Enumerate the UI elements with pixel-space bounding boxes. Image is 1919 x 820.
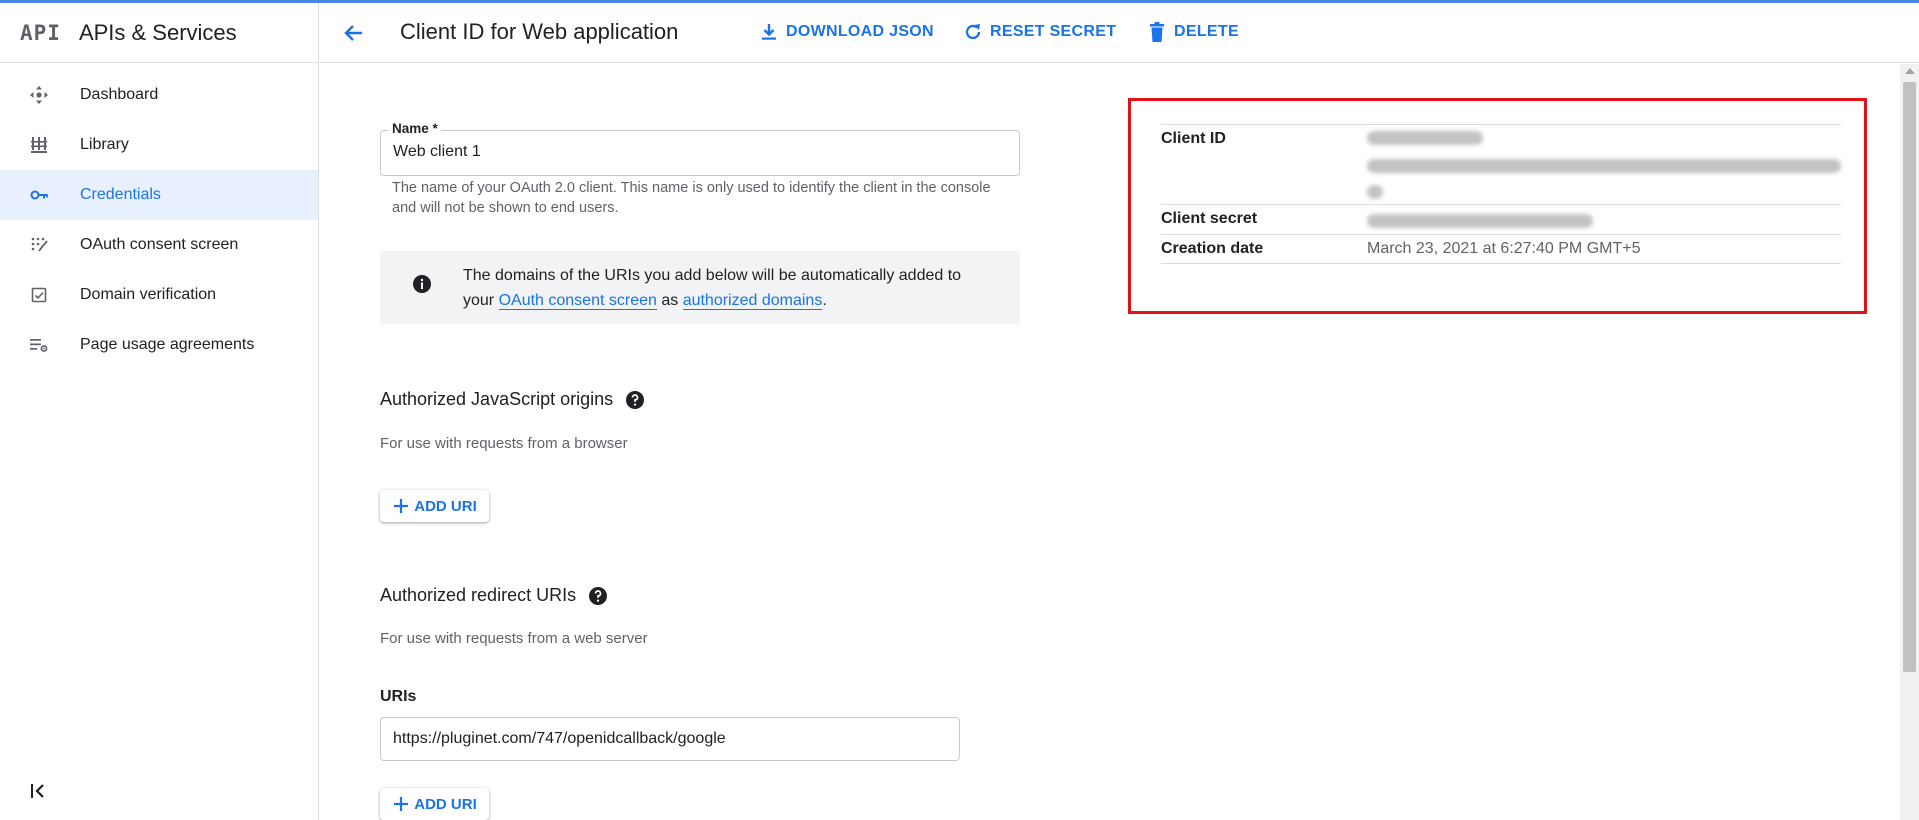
key-icon (0, 185, 80, 205)
vertical-scrollbar[interactable] (1900, 64, 1919, 820)
redacted-client-id (1367, 159, 1841, 173)
download-json-button[interactable]: DOWNLOAD JSON (758, 21, 934, 43)
name-field-hint: The name of your OAuth 2.0 client. This … (392, 180, 991, 216)
settings-list-icon (0, 335, 80, 355)
add-uri-label: ADD URI (414, 795, 477, 813)
help-icon[interactable] (588, 586, 608, 606)
sidebar-item-page-usage-agreements[interactable]: Page usage agreements (0, 320, 318, 370)
sidebar-item-label: Credentials (80, 186, 161, 203)
add-redirect-uri-button[interactable]: ADD URI (380, 788, 489, 820)
sidebar-item-label: Page usage agreements (80, 336, 255, 353)
redacted-client-id (1367, 185, 1383, 199)
uris-label: URIs (380, 688, 417, 705)
sidebar-item-domain-verification[interactable]: Domain verification (0, 270, 318, 320)
plus-icon (394, 499, 409, 513)
name-field-value[interactable]: Web client 1 (393, 143, 481, 161)
js-origins-title-text: Authorized JavaScript origins (380, 389, 614, 409)
js-origins-title: Authorized JavaScript origins (380, 389, 645, 410)
sidebar-item-dashboard[interactable]: Dashboard (0, 70, 318, 120)
sidebar-item-oauth-consent[interactable]: OAuth consent screen (0, 220, 318, 270)
oauth-consent-screen-link[interactable]: OAuth consent screen (498, 292, 657, 310)
page-title: Client ID for Web application (400, 19, 679, 44)
redirect-uris-title: Authorized redirect URIs (380, 585, 608, 606)
creation-date-label: Creation date (1161, 240, 1264, 257)
info-text-part: as (656, 292, 683, 309)
checkbox-icon (0, 285, 80, 305)
add-js-origin-button[interactable]: ADD URI (380, 490, 489, 522)
delete-label: DELETE (1174, 23, 1239, 40)
sidebar-item-label: Dashboard (80, 86, 159, 103)
info-text: The domains of the URIs you add below wi… (463, 263, 993, 313)
client-secret-label: Client secret (1161, 210, 1258, 227)
redirect-uri-input[interactable] (380, 717, 960, 761)
client-id-label: Client ID (1161, 130, 1226, 147)
redirect-uris-subtitle: For use with requests from a web server (380, 630, 648, 647)
refresh-icon (965, 24, 981, 40)
trash-icon (1150, 22, 1164, 42)
plus-icon (394, 797, 409, 811)
name-field[interactable]: Name * Web client 1 (380, 121, 1020, 176)
sidebar-item-label: Domain verification (80, 286, 217, 303)
scrollbar-thumb[interactable] (1903, 82, 1916, 672)
dashboard-icon (0, 85, 80, 105)
redacted-client-secret (1367, 214, 1593, 228)
creation-date-row: Creation date March 23, 2021 at 6:27:40 … (1161, 234, 1841, 264)
reset-secret-label: RESET SECRET (990, 23, 1117, 40)
sidebar-item-library[interactable]: Library (0, 120, 318, 170)
download-json-label: DOWNLOAD JSON (786, 23, 934, 40)
app-title[interactable]: APIs & Services (79, 20, 237, 46)
collapse-sidebar-icon[interactable] (28, 780, 50, 802)
help-icon[interactable] (625, 390, 645, 410)
authorized-domains-link[interactable]: authorized domains (682, 292, 823, 310)
app-brand: API APIs & Services (0, 3, 319, 63)
client-id-row: Client ID (1161, 124, 1841, 204)
sidebar-item-credentials[interactable]: Credentials (0, 170, 318, 220)
sidebar: Dashboard Library Credentials OAuth cons… (0, 63, 319, 820)
api-logo: API (20, 20, 61, 45)
info-icon (412, 274, 432, 294)
creation-date-value: March 23, 2021 at 6:27:40 PM GMT+5 (1367, 240, 1641, 257)
download-icon (762, 24, 776, 40)
domains-info-banner: The domains of the URIs you add below wi… (380, 251, 1020, 324)
delete-button[interactable]: DELETE (1146, 21, 1239, 43)
info-text-part: . (822, 292, 827, 309)
redirect-uris-title-text: Authorized redirect URIs (380, 585, 577, 605)
back-arrow-icon[interactable] (340, 19, 368, 47)
js-origins-subtitle: For use with requests from a browser (380, 435, 628, 452)
sidebar-item-label: Library (80, 136, 129, 153)
scroll-up-icon[interactable] (1905, 68, 1915, 74)
consent-icon (0, 235, 80, 255)
page-header: Client ID for Web application DOWNLOAD J… (320, 3, 1919, 63)
add-uri-label: ADD URI (414, 497, 477, 515)
library-icon (0, 135, 80, 155)
redacted-client-id (1367, 131, 1483, 145)
reset-secret-button[interactable]: RESET SECRET (962, 21, 1116, 43)
sidebar-item-label: OAuth consent screen (80, 236, 239, 253)
client-details-panel: Client ID Client secret Creation date Ma… (1128, 98, 1867, 314)
name-field-label: Name * (389, 121, 441, 136)
client-secret-row: Client secret (1161, 204, 1841, 234)
